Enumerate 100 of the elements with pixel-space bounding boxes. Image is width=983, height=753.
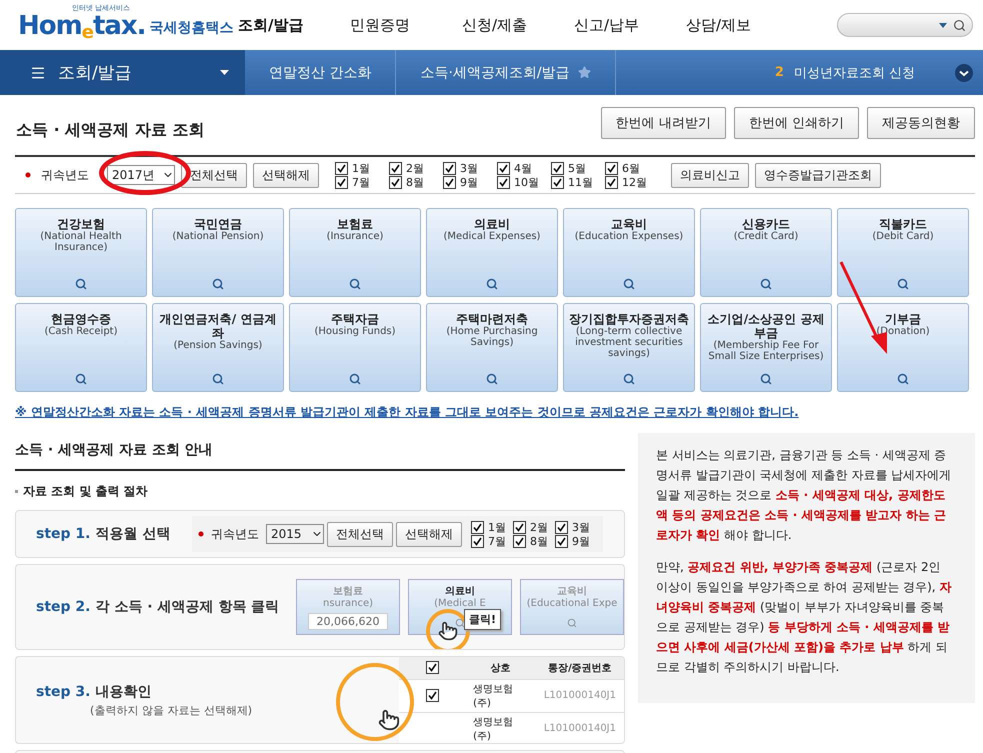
month-label: 3월 xyxy=(572,520,590,534)
notice-link[interactable]: ※ 연말정산간소화 자료는 소득 · 세액공제 증명서류 발급기관이 제출한 자료를 그대로 보여주는 것이므로 공제요건은 근로자가 확인해야 합니다. xyxy=(15,404,983,421)
action-button[interactable]: 영수증발급기관조회 xyxy=(755,162,881,188)
section-dropdown[interactable]: 조회/발급 xyxy=(0,50,245,95)
month-label: 8월 xyxy=(406,174,424,190)
section-label: 조회/발급 xyxy=(58,62,133,84)
search-icon[interactable] xyxy=(953,18,966,32)
checkbox[interactable] xyxy=(605,176,618,188)
sample-table: 상호 통장/증권번호 생명보험(주) L101000140J1 생명보험(주) L101000140J1 xyxy=(399,657,624,743)
category-tile[interactable]: 직불카드 (Debit Card) xyxy=(837,208,969,297)
logo-wordmark[interactable]: Hom$_{e}$tax. xyxy=(18,11,146,43)
category-tile[interactable]: 현금영수증 (Cash Receipt) xyxy=(15,303,147,392)
menu-item[interactable]: 신청/제출 xyxy=(462,16,574,34)
step-note: (출력하지 않을 자료는 선택해제) xyxy=(90,702,250,718)
info-paragraph: 본 서비스는 의료기관, 금융기관 등 소득 · 세액공제 증명서류 발급기관이 국세청에 제출한 자료를 납세자에게 일괄 제공하는 것으로 소득 · 세액공제 대상, 공제한도액 등의 공제요건은 소득 · 세액공제를 받고자 하는 근로자가 확인 해야 합니다. xyxy=(656,447,952,544)
action-button[interactable]: 한번에 인쇄하기 xyxy=(734,107,859,139)
category-tile[interactable]: 주택마련저축 (Home Purchasing Savings) xyxy=(426,303,558,392)
month-label: 9월 xyxy=(460,174,478,190)
expand-icon[interactable] xyxy=(955,64,973,82)
category-tile[interactable]: 기부금 (Donation) xyxy=(837,303,969,392)
search-icon xyxy=(486,373,498,385)
breadcrumb-link[interactable]: 연말정산 간소화 xyxy=(245,50,396,95)
category-tile[interactable]: 신용카드 (Credit Card) xyxy=(700,208,832,297)
checkbox[interactable] xyxy=(551,162,564,174)
month-label: 2월 xyxy=(406,160,424,176)
checkbox[interactable] xyxy=(555,534,568,548)
click-tooltip: 클릭! xyxy=(464,609,502,630)
checkbox[interactable] xyxy=(426,660,439,674)
caret-icon xyxy=(220,70,229,75)
required-icon xyxy=(25,172,31,178)
month-label: 3월 xyxy=(460,160,478,176)
category-tile[interactable]: 장기집합투자증권저축 (Long-term collective investment securities savings) xyxy=(563,303,695,392)
search-field[interactable] xyxy=(837,13,973,37)
month-label: 1월 xyxy=(488,520,506,534)
category-tile: 교육비 (Educational Expe xyxy=(520,579,624,635)
menu-icon xyxy=(30,64,46,80)
category-tile[interactable]: 개인연금저축/ 연금계좌 (Pension Savings) xyxy=(152,303,284,392)
category-tile: 보험료 nsurance) 20,066,620 xyxy=(296,579,400,635)
action-button[interactable]: 한번에 내려받기 xyxy=(600,107,726,139)
checkbox[interactable] xyxy=(513,534,526,548)
year-select[interactable]: 2017년 xyxy=(107,165,175,185)
search-icon xyxy=(75,278,87,290)
search-icon xyxy=(897,373,909,385)
search-icon xyxy=(486,278,498,290)
menu-item[interactable]: 상담/제보 xyxy=(686,16,798,34)
checkbox[interactable] xyxy=(471,534,484,548)
search-icon xyxy=(623,278,635,290)
checkbox[interactable] xyxy=(471,520,484,534)
month-label: 2월 xyxy=(530,520,548,534)
checkbox[interactable] xyxy=(555,520,568,534)
category-tile[interactable]: 국민연금 (National Pension) xyxy=(152,208,284,297)
logo-name: 국세청홈택스 xyxy=(150,19,234,37)
search-icon xyxy=(567,618,577,628)
search-icon xyxy=(760,278,772,290)
year-select[interactable]: 2015 xyxy=(266,524,324,544)
select-button[interactable]: 선택해제 xyxy=(396,522,462,546)
section-title: 소득 · 세액공제 자료 조회 안내 xyxy=(15,441,625,471)
notice-link[interactable]: 미성년자료조회 신청 xyxy=(794,64,915,82)
search-icon xyxy=(897,278,909,290)
year-label: 귀속년도 xyxy=(211,526,259,542)
search-icon xyxy=(75,373,87,385)
search-icon xyxy=(349,373,361,385)
checkbox[interactable] xyxy=(605,162,618,174)
required-icon xyxy=(198,531,204,537)
category-tile[interactable]: 교육비 (Education Expenses) xyxy=(563,208,695,297)
category-tile[interactable]: 보험료 (Insurance) xyxy=(289,208,421,297)
step-title: step 1. 적용월 선택 xyxy=(36,525,172,543)
select-button[interactable]: 전체선택 xyxy=(327,522,393,546)
checkbox[interactable] xyxy=(389,176,402,188)
checkbox[interactable] xyxy=(497,176,510,188)
checkbox[interactable] xyxy=(443,162,456,174)
checkbox[interactable] xyxy=(513,520,526,534)
menu-item[interactable]: 조회/발급 xyxy=(238,16,350,34)
search-icon xyxy=(623,373,635,385)
action-button[interactable]: 제공동의현황 xyxy=(867,107,975,139)
page-title: 소득 · 세액공제 자료 조회 xyxy=(16,120,204,140)
month-label: 1월 xyxy=(352,160,370,176)
checkbox[interactable] xyxy=(335,162,348,174)
search-icon xyxy=(212,278,224,290)
checkbox[interactable] xyxy=(389,162,402,174)
category-tile[interactable]: 건강보험 (National Health Insurance) xyxy=(15,208,147,297)
checkbox[interactable] xyxy=(497,162,510,174)
select-button[interactable]: 전체선택 xyxy=(181,162,247,188)
menu-item[interactable]: 민원증명 xyxy=(350,16,462,34)
breadcrumb-link[interactable]: 소득·세액공제조회/발급 xyxy=(396,50,616,95)
month-label: 10월 xyxy=(514,174,539,190)
checkbox[interactable] xyxy=(335,176,348,188)
checkbox[interactable] xyxy=(551,176,564,188)
checkbox[interactable] xyxy=(443,176,456,188)
category-tile[interactable]: 의료비 (Medical Expenses) xyxy=(426,208,558,297)
search-icon xyxy=(455,618,465,628)
category-tile[interactable]: 소기업/소상공인 공제부금 (Membership Fee For Small Size Enterprises) xyxy=(700,303,832,392)
star-icon[interactable] xyxy=(578,66,591,79)
month-label: 7월 xyxy=(352,174,370,190)
action-button[interactable]: 의료비신고 xyxy=(671,162,749,188)
category-tile[interactable]: 주택자금 (Housing Funds) xyxy=(289,303,421,392)
menu-item[interactable]: 신고/납부 xyxy=(574,16,686,34)
month-label: 8월 xyxy=(530,534,548,548)
select-button[interactable]: 선택해제 xyxy=(253,162,319,188)
checkbox[interactable] xyxy=(426,688,439,702)
